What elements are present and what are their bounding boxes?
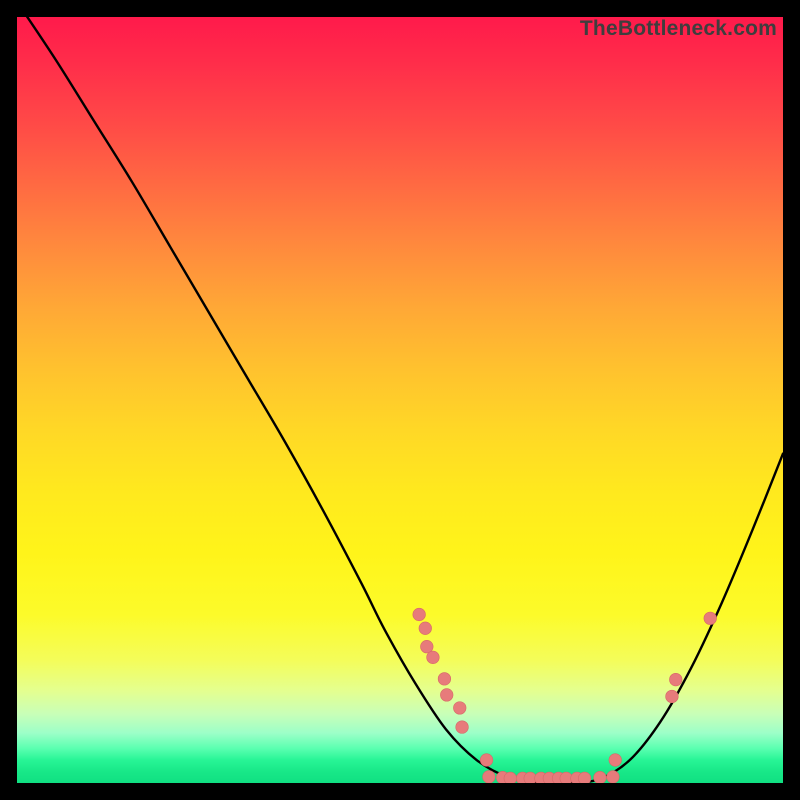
- data-marker: [504, 772, 517, 783]
- data-marker: [480, 754, 493, 767]
- data-marker: [669, 673, 682, 686]
- chart-frame: { "watermark": "TheBottleneck.com", "cha…: [0, 0, 800, 800]
- data-marker: [609, 754, 622, 767]
- data-marker: [704, 612, 717, 625]
- data-marker: [438, 673, 451, 686]
- data-marker: [427, 651, 440, 664]
- data-marker: [419, 622, 432, 635]
- data-marker: [607, 771, 620, 783]
- marker-layer: [413, 608, 717, 783]
- data-marker: [413, 608, 426, 621]
- data-marker: [666, 690, 679, 703]
- data-marker: [578, 772, 591, 783]
- data-marker: [594, 771, 607, 783]
- data-marker: [456, 721, 469, 734]
- data-marker: [440, 689, 453, 702]
- main-curve: [17, 17, 783, 783]
- data-marker: [453, 702, 466, 715]
- plot-area: TheBottleneck.com: [17, 17, 783, 783]
- curve-layer: [17, 17, 783, 783]
- data-marker: [483, 771, 496, 783]
- chart-svg: [17, 17, 783, 783]
